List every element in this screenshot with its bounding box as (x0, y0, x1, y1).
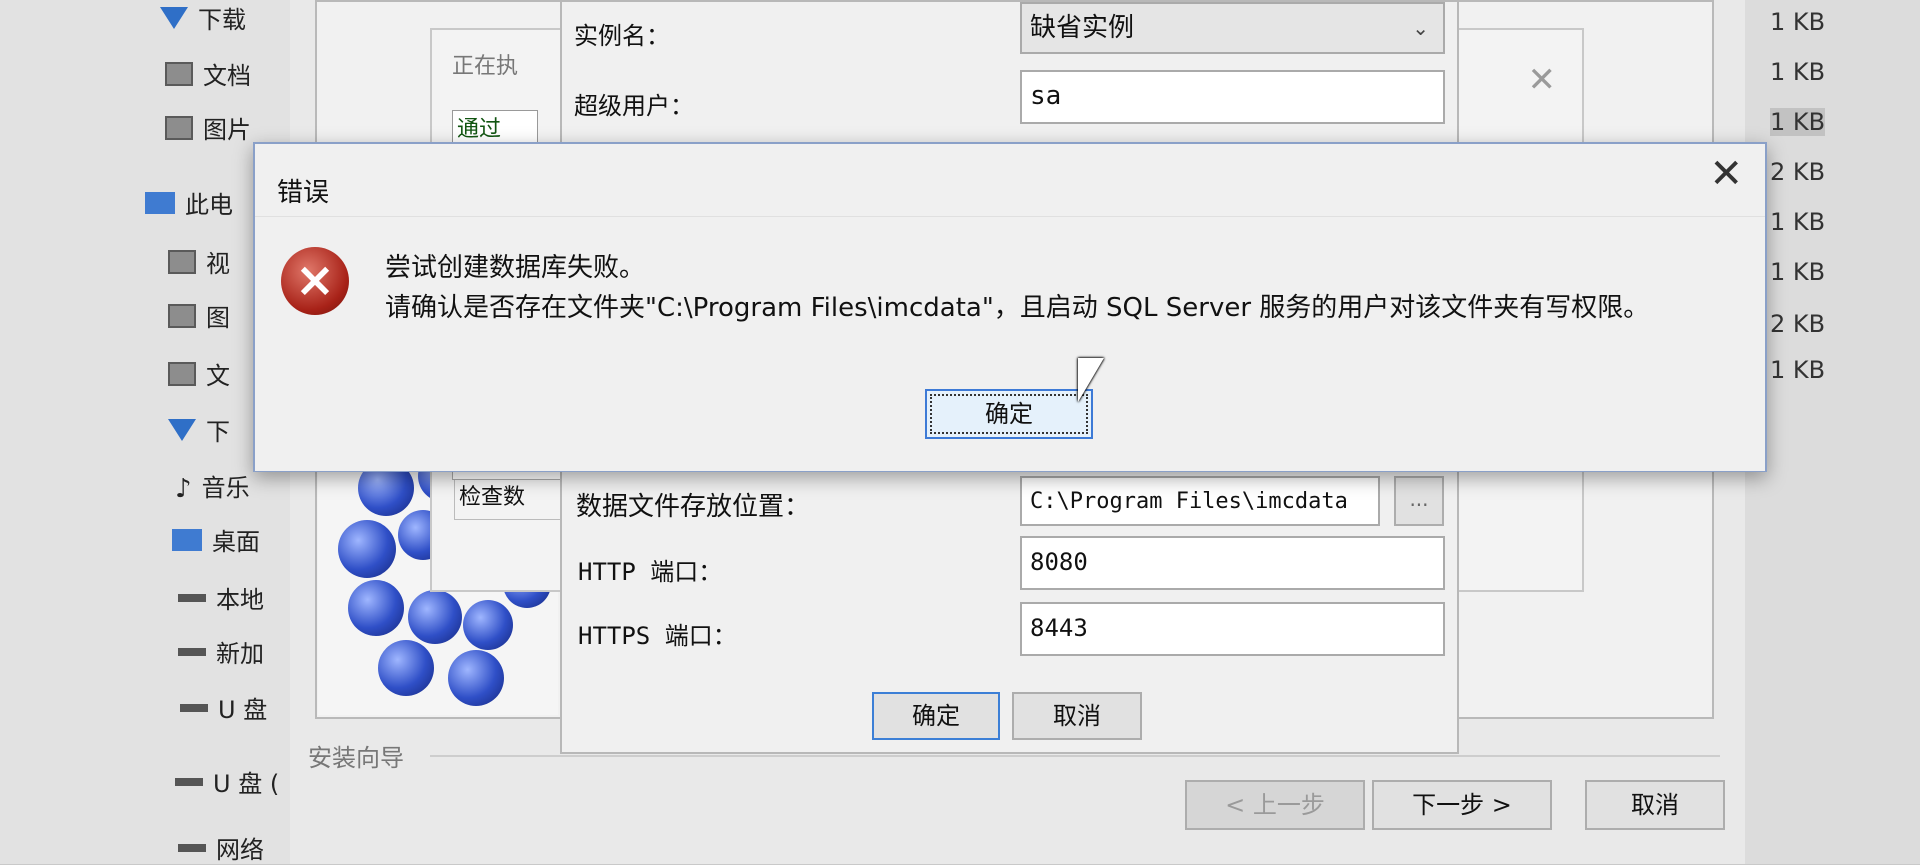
nav-item-network[interactable]: 网络 (178, 830, 264, 865)
nav-item-label: 图片 (203, 116, 251, 144)
file-size: 1 KB (1770, 356, 1826, 384)
picture-icon (165, 115, 193, 140)
drive-icon (178, 647, 206, 656)
close-icon[interactable]: ✕ (1528, 60, 1557, 100)
wizard-divider (430, 755, 1720, 757)
nav-item-music[interactable]: ♪ 音乐 (175, 468, 250, 504)
instance-label: 实例名： (574, 22, 670, 50)
config-ok-button[interactable]: 确定 (872, 692, 1000, 740)
video-icon (168, 249, 196, 274)
download-icon (168, 418, 196, 441)
network-icon (178, 843, 206, 852)
explorer-nav-pane: 下载 文档 图片 此电 视 图 文 下 ♪ 音乐 桌面 本地 新加 U 盘 U … (0, 0, 290, 864)
desktop-icon (172, 528, 202, 551)
nav-item-documents[interactable]: 文档 (165, 56, 251, 91)
nav-item-desktop[interactable]: 桌面 (172, 522, 260, 557)
close-icon[interactable]: ✕ (1709, 154, 1743, 194)
nav-item-pictures[interactable]: 图片 (165, 110, 251, 145)
instance-select-value: 缺省实例 (1030, 13, 1135, 43)
error-dialog-body: × 尝试创建数据库失败。 请确认是否存在文件夹"C:\Program Files… (255, 216, 1765, 471)
file-size: 1 KB (1770, 58, 1826, 86)
drive-icon (178, 593, 206, 602)
config-cancel-button[interactable]: 取消 (1012, 692, 1142, 740)
nav-item-pictures-2[interactable]: 图 (168, 298, 230, 333)
nav-item-usb-drive-2[interactable]: U 盘 ( (175, 764, 279, 799)
nav-item-label: 桌面 (212, 528, 260, 556)
nav-item-usb-drive[interactable]: U 盘 (180, 690, 267, 725)
error-ok-button[interactable]: 确定 (925, 389, 1093, 439)
music-icon: ♪ (175, 473, 192, 504)
chevron-down-icon: ⌄ (1412, 16, 1429, 40)
instance-select[interactable]: 缺省实例 ⌄ (1020, 2, 1445, 54)
nav-item-new-volume[interactable]: 新加 (178, 634, 264, 669)
error-dialog: 错误 ✕ × 尝试创建数据库失败。 请确认是否存在文件夹"C:\Program … (253, 142, 1767, 472)
mouse-cursor-icon (1078, 358, 1104, 402)
nav-item-local-disk[interactable]: 本地 (178, 580, 264, 615)
nav-item-label: 下 (206, 418, 230, 446)
nav-item-label: 文档 (203, 62, 251, 90)
http-port-label: HTTP 端口： (578, 558, 723, 586)
next-step-button[interactable]: 下一步 > (1372, 780, 1552, 830)
usb-drive-icon (175, 777, 203, 786)
file-size: 2 KB (1770, 310, 1826, 338)
document-icon (165, 61, 193, 86)
superuser-label: 超级用户： (574, 92, 694, 120)
nav-item-downloads[interactable]: 下载 (160, 0, 246, 35)
datafile-location-label: 数据文件存放位置： (576, 492, 811, 522)
https-port-input[interactable]: 8443 (1020, 602, 1445, 656)
nav-item-label: 此电 (185, 191, 233, 219)
wizard-cancel-button[interactable]: 取消 (1585, 780, 1725, 830)
browse-button[interactable]: ... (1394, 476, 1444, 526)
download-icon (160, 6, 188, 29)
nav-item-label: 文 (206, 362, 230, 390)
nav-item-videos[interactable]: 视 (168, 244, 230, 279)
document-icon (168, 361, 196, 386)
file-size: 1 KB (1770, 108, 1826, 136)
datafile-location-input[interactable]: C:\Program Files\imcdata (1020, 476, 1380, 526)
file-size: 2 KB (1770, 158, 1826, 186)
nav-item-label: 新加 (216, 640, 264, 668)
http-port-input[interactable]: 8080 (1020, 536, 1445, 590)
progress-check-cell: 检查数 (454, 478, 570, 520)
file-size: 1 KB (1770, 208, 1826, 236)
error-message-line-1: 尝试创建数据库失败。 (385, 253, 646, 283)
https-port-label: HTTPS 端口： (578, 622, 737, 650)
nav-item-this-pc[interactable]: 此电 (145, 185, 233, 220)
error-icon: × (281, 247, 349, 315)
file-size: 1 KB (1770, 258, 1826, 286)
file-size: 1 KB (1770, 8, 1826, 36)
nav-item-label: 本地 (216, 586, 264, 614)
picture-icon (168, 303, 196, 328)
wizard-group-label: 安装向导 (308, 744, 404, 772)
nav-item-label: U 盘 ( (213, 770, 280, 798)
progress-status-label: 正在执 (452, 54, 519, 79)
usb-drive-icon (180, 703, 208, 712)
nav-item-label: 视 (206, 250, 230, 278)
superuser-input[interactable]: sa (1020, 70, 1445, 124)
nav-item-label: 下载 (198, 6, 246, 34)
error-dialog-title: 错误 (277, 178, 330, 208)
nav-item-label: 网络 (216, 836, 264, 864)
error-message-line-2: 请确认是否存在文件夹"C:\Program Files\imcdata"，且启动… (385, 293, 1650, 323)
nav-item-label: 音乐 (201, 474, 250, 502)
nav-item-label: 图 (206, 304, 230, 332)
nav-item-label: U 盘 (218, 696, 268, 724)
nav-item-downloads-2[interactable]: 下 (168, 412, 230, 447)
computer-icon (145, 191, 175, 214)
nav-item-documents-2[interactable]: 文 (168, 356, 230, 391)
previous-step-button[interactable]: < 上一步 (1185, 780, 1365, 830)
